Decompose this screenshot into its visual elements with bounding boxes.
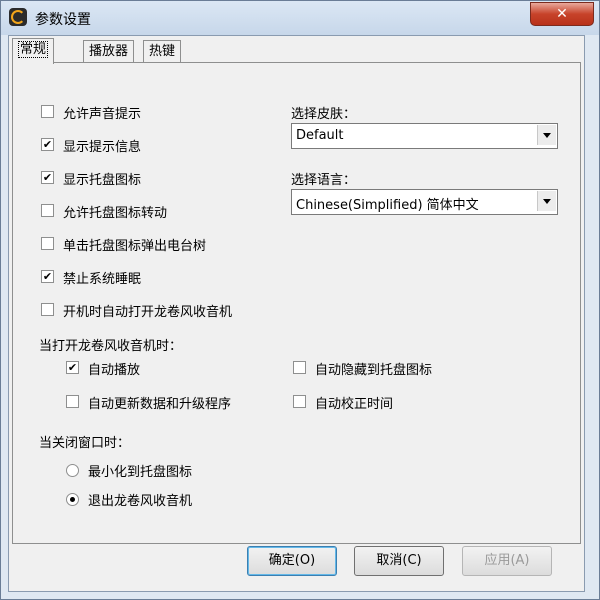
language-select-value: Chinese(Simplified) 简体中文 (296, 198, 479, 213)
checkbox-auto-update[interactable] (66, 395, 79, 408)
ok-button[interactable]: 确定(O) (247, 546, 337, 576)
checkbox-prevent-sleep[interactable]: ✔ (41, 270, 54, 283)
checkbox-show-tips[interactable]: ✔ (41, 138, 54, 151)
on-close-section-title: 当关闭窗口时： (39, 436, 131, 451)
language-select[interactable]: Chinese(Simplified) 简体中文 (291, 189, 558, 215)
skin-select-value: Default (296, 128, 344, 143)
on-open-section-title: 当打开龙卷风收音机时： (39, 339, 183, 354)
checkbox-show-tips-label: 显示提示信息 (63, 140, 142, 155)
chevron-down-icon[interactable] (537, 191, 556, 211)
settings-dialog: 参数设置 ✕ 常规 播放器 热键 允许声音提示 ✔ 显示提示信息 ✔ 显示托盘图… (0, 0, 600, 600)
checkbox-prevent-sleep-label: 禁止系统睡眠 (63, 272, 142, 287)
app-logo-icon (9, 8, 27, 26)
dialog-client-area: 常规 播放器 热键 允许声音提示 ✔ 显示提示信息 ✔ 显示托盘图标 允许托盘图… (8, 35, 585, 592)
apply-button[interactable]: 应用(A) (462, 546, 552, 576)
checkbox-tray-icon-spin[interactable] (41, 204, 54, 217)
close-button[interactable]: ✕ (530, 2, 594, 26)
checkbox-show-tray-icon-label: 显示托盘图标 (63, 173, 142, 188)
language-label: 选择语言： (291, 173, 357, 188)
title-bar: 参数设置 ✕ (1, 1, 599, 35)
skin-label: 选择皮肤： (291, 107, 357, 122)
tab-hotkeys[interactable]: 热键 (143, 40, 182, 63)
checkbox-click-tray-station-tree-label: 单击托盘图标弹出电台树 (63, 239, 207, 254)
tab-general-label: 常规 (18, 41, 49, 58)
checkbox-tray-icon-spin-label: 允许托盘图标转动 (63, 206, 168, 221)
radio-minimize-to-tray[interactable] (66, 464, 79, 477)
checkbox-auto-hide-tray-label: 自动隐藏到托盘图标 (315, 363, 433, 378)
cancel-button[interactable]: 取消(C) (354, 546, 444, 576)
checkbox-auto-sync-time[interactable] (293, 395, 306, 408)
checkbox-auto-update-label: 自动更新数据和升级程序 (88, 397, 232, 412)
checkbox-show-tray-icon[interactable]: ✔ (41, 171, 54, 184)
checkbox-auto-play[interactable]: ✔ (66, 361, 79, 374)
checkbox-sound-prompt[interactable] (41, 105, 54, 118)
checkbox-auto-play-label: 自动播放 (88, 363, 141, 378)
skin-select[interactable]: Default (291, 123, 558, 149)
tab-general[interactable]: 常规 (12, 38, 55, 64)
checkbox-auto-sync-time-label: 自动校正时间 (315, 397, 394, 412)
chevron-down-icon[interactable] (537, 125, 556, 145)
checkbox-sound-prompt-label: 允许声音提示 (63, 107, 142, 122)
checkbox-autostart-label: 开机时自动打开龙卷风收音机 (63, 305, 233, 320)
checkbox-autostart[interactable] (41, 303, 54, 316)
radio-minimize-to-tray-label: 最小化到托盘图标 (88, 465, 193, 480)
tab-player[interactable]: 播放器 (83, 40, 135, 63)
radio-exit-app-label: 退出龙卷风收音机 (88, 494, 193, 509)
radio-exit-app[interactable] (66, 493, 79, 506)
general-tab-panel: 允许声音提示 ✔ 显示提示信息 ✔ 显示托盘图标 允许托盘图标转动 单击托盘图标… (12, 62, 581, 544)
checkbox-auto-hide-tray[interactable] (293, 361, 306, 374)
window-title: 参数设置 (35, 12, 91, 28)
checkbox-click-tray-station-tree[interactable] (41, 237, 54, 250)
